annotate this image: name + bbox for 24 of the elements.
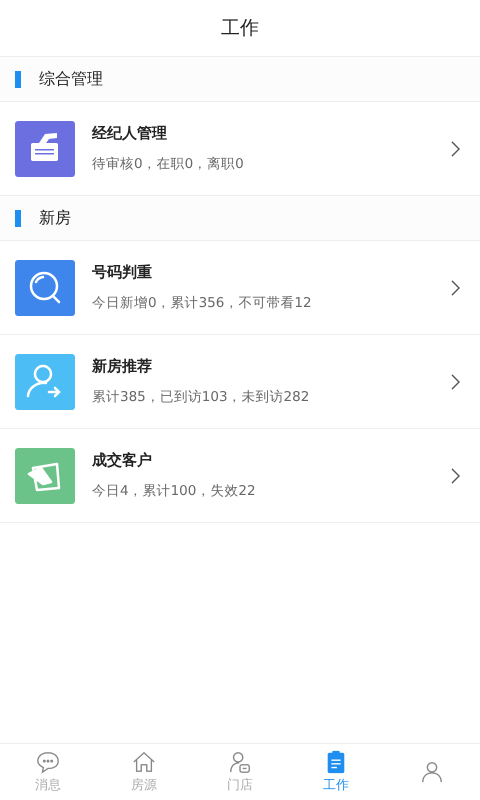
section-title: 综合管理 — [39, 68, 103, 90]
item-summary: 待审核0，在职0，离职0 — [92, 155, 245, 173]
section-marker — [15, 210, 21, 226]
item-title: 新房推荐 — [92, 357, 153, 376]
person-card-icon — [228, 750, 252, 774]
page-title: 工作 — [221, 16, 259, 41]
item-summary: 今日新增0，累计356，不可带看12 — [92, 294, 313, 312]
chevron-right-icon — [451, 374, 460, 390]
chevron-right-icon — [451, 140, 460, 156]
item-summary: 今日4，累计100，失效22 — [92, 482, 257, 500]
chevron-right-icon — [451, 468, 460, 484]
item-summary: 累计385，已到访103，未到访282 — [92, 388, 310, 406]
item-title: 经纪人管理 — [92, 124, 168, 143]
section-marker — [15, 70, 21, 88]
item-title: 成交客户 — [92, 451, 153, 470]
menu-item[interactable]: 成交客户 今日4，累计100，失效22 — [0, 429, 480, 523]
menu-item[interactable]: 号码判重 今日新增0，累计356，不可带看12 — [0, 241, 480, 335]
home-icon — [132, 750, 156, 774]
chevron-right-icon — [451, 280, 460, 296]
person-icon — [420, 760, 444, 784]
chat-bubble-icon — [36, 750, 60, 774]
item-title: 号码判重 — [92, 263, 153, 282]
menu-item[interactable]: 新房推荐 累计385，已到访103，未到访282 — [0, 335, 480, 429]
section-title: 新房 — [39, 208, 71, 228]
